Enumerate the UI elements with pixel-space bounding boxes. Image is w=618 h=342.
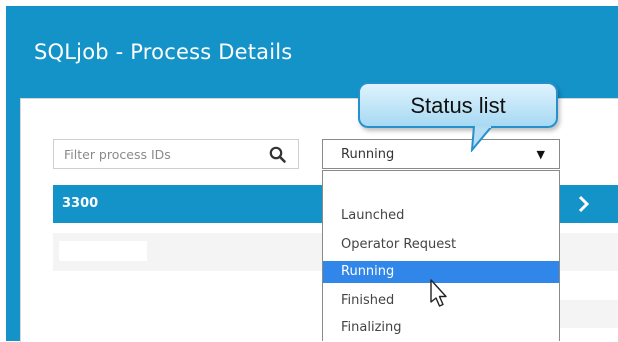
process-id: 3300 bbox=[62, 196, 99, 211]
status-select[interactable]: Running ▼ bbox=[322, 139, 560, 169]
callout-pointer bbox=[470, 126, 494, 152]
cursor-icon bbox=[430, 279, 447, 307]
dropdown-option-launched[interactable]: Launched bbox=[323, 205, 559, 227]
table-row-fragment bbox=[560, 300, 618, 328]
status-select-value: Running bbox=[341, 147, 395, 162]
page-title: SQLjob - Process Details bbox=[34, 40, 293, 64]
dropdown-option-operator-request[interactable]: Operator Request bbox=[323, 234, 559, 256]
dropdown-option-finalizing[interactable]: Finalizing bbox=[323, 317, 559, 339]
callout-label: Status list bbox=[358, 82, 558, 128]
status-dropdown-list[interactable]: Launched Operator Request Running Finish… bbox=[322, 170, 560, 341]
search-icon[interactable] bbox=[268, 145, 288, 165]
placeholder-cell bbox=[59, 241, 147, 261]
chevron-right-icon[interactable] bbox=[577, 195, 591, 213]
callout-text: Status list bbox=[410, 93, 506, 118]
filter-placeholder: Filter process IDs bbox=[64, 147, 171, 162]
caret-down-icon: ▼ bbox=[536, 148, 545, 161]
filter-input[interactable]: Filter process IDs bbox=[53, 139, 299, 169]
